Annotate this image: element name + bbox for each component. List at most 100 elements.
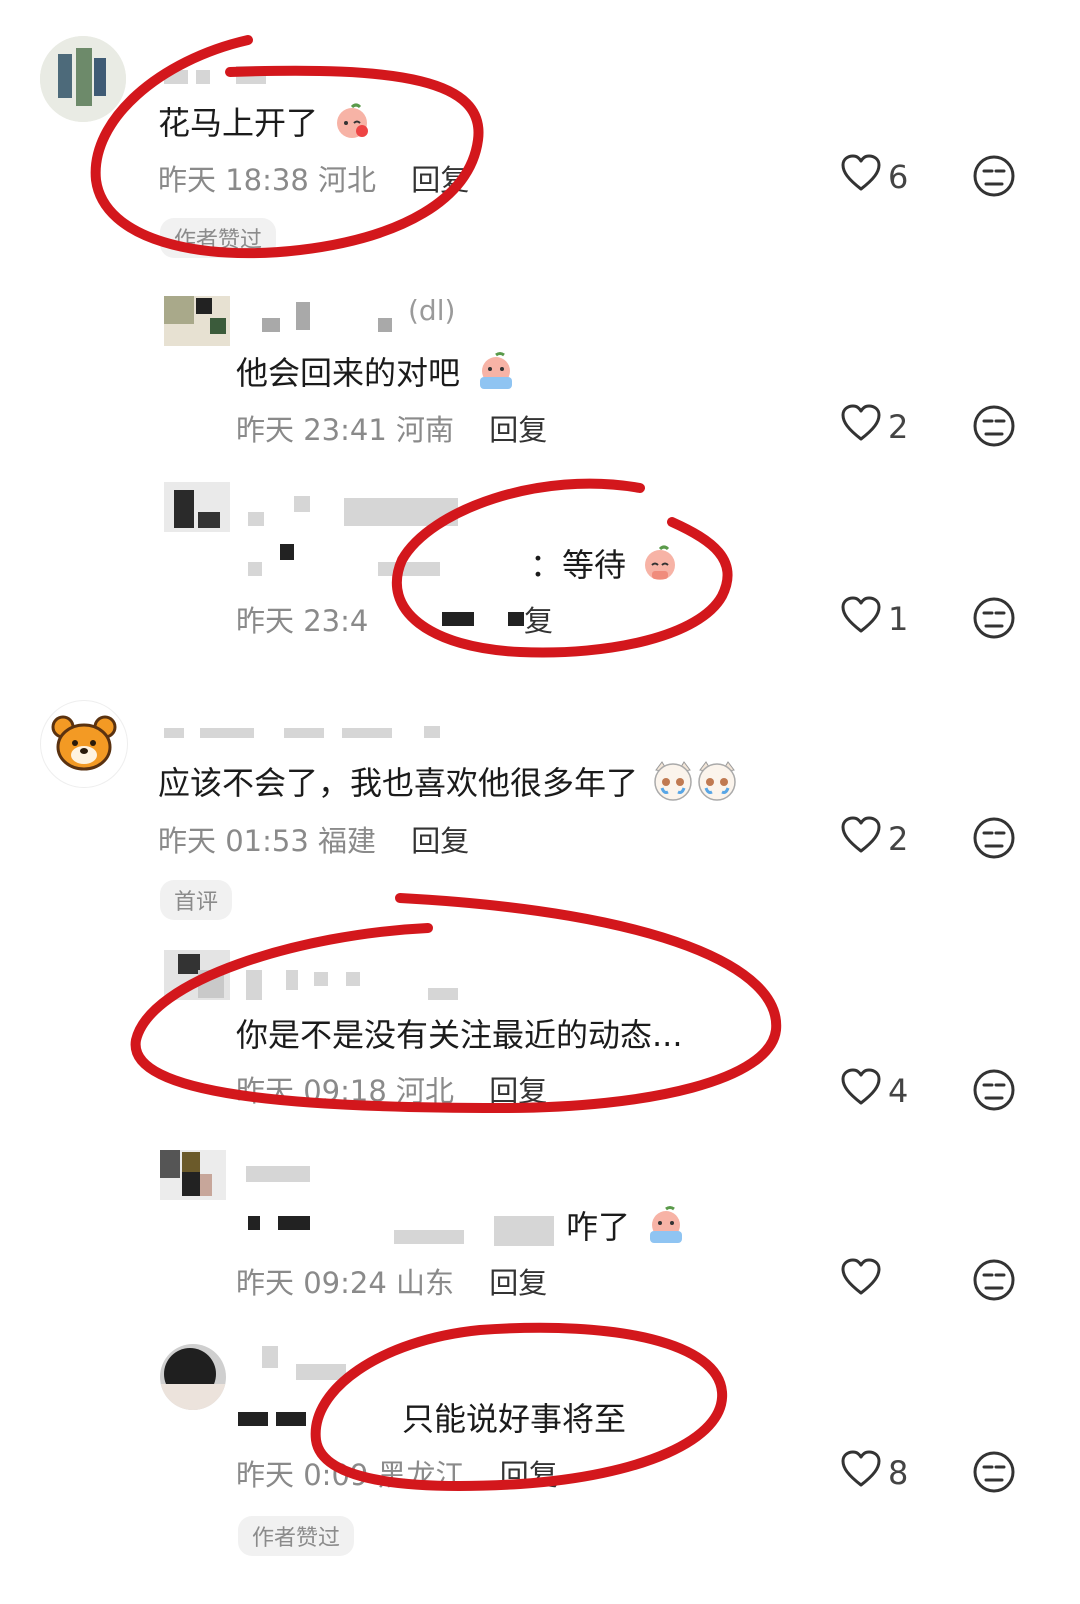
redacted-location [442,612,474,626]
comment-text: 只能说好事将至 [402,1400,627,1438]
comment-meta: 昨天 01:53 福建 回复 [158,818,469,860]
first-comment-tag: 首评 [160,880,233,920]
emoji-peach-icon [640,543,680,591]
heart-icon [840,1068,882,1114]
dislike-face-icon[interactable] [972,404,1016,452]
avatar-image [164,950,230,1000]
redacted-username [346,972,360,986]
redacted-username [248,562,262,576]
redacted-username [284,728,324,738]
heart-icon [840,816,882,862]
avatar-image [164,482,230,532]
heart-icon [840,1450,882,1496]
like-count: 1 [888,600,909,638]
reply-button[interactable]: 回复 [489,1074,547,1108]
redacted-username [428,988,458,1000]
like-button[interactable]: 4 [840,1068,908,1114]
avatar[interactable] [164,482,230,548]
comment-time: 昨天 18:38 [158,163,309,197]
redacted-username [238,1412,268,1426]
like-button[interactable]: 2 [840,404,908,450]
avatar-image [160,1150,226,1200]
reply-button[interactable]: 回复 [489,1266,547,1300]
comment-meta: 昨天 23:4 [236,598,368,640]
redacted-username [342,728,392,738]
redacted-username [296,302,310,330]
avatar[interactable] [164,950,230,1016]
dislike-face-icon[interactable] [972,596,1016,644]
avatar-image [40,36,126,122]
comment-location: 山东 [396,1266,455,1300]
redacted-username [248,1216,260,1230]
comment-time: 昨天 [236,1458,304,1492]
redacted-username [280,544,294,560]
comment-meta: 昨天 09:24 山东 回复 [236,1260,547,1302]
author-liked-tag: 作者赞过 [238,1516,355,1556]
like-button[interactable]: 8 [840,1450,908,1496]
avatar[interactable] [164,296,230,362]
avatar-image [164,296,230,346]
comment-location: 河南 [396,413,455,447]
comment-meta: 昨天 18:38 河北 回复 [158,157,469,199]
heart-icon [840,154,882,200]
comment-location: 0:09 黑龙江 [303,1458,465,1492]
comment-text: ：等待 [530,540,680,591]
comment-text: 咋了 [566,1202,688,1253]
comment-location: 福建 [318,824,377,858]
comment-text: 他会回来的对吧 [236,348,518,399]
comment-time: 昨天 01:53 [158,824,309,858]
redacted-username [164,728,184,738]
username-suffix: (dl) [408,294,456,327]
like-count: 6 [888,158,909,196]
emoji-cat-icon [652,760,738,810]
like-button[interactable]: 6 [840,154,908,200]
dislike-face-icon[interactable] [972,1258,1016,1306]
like-button[interactable]: 1 [840,596,908,642]
avatar[interactable] [160,1150,226,1216]
reply-button[interactable]: 回复 [489,413,547,447]
redacted-username [248,512,264,526]
comment-meta: 昨天 0:09 黑龙江 回复 [236,1452,558,1494]
comment-location: 河北 [396,1074,455,1108]
comment-time: 昨天 23:41 [236,413,387,447]
redacted-username [394,1230,464,1244]
redacted-username [314,972,328,986]
redacted-username [286,970,298,990]
dislike-face-icon[interactable] [972,816,1016,864]
redacted-username [424,726,440,738]
like-button[interactable]: 2 [840,816,908,862]
comment-meta: 昨天 09:18 河北 回复 [236,1068,547,1110]
heart-icon [840,1258,882,1304]
emoji-peach-icon [332,101,372,149]
bear-avatar-icon[interactable] [40,700,128,788]
heart-icon [840,404,882,450]
reply-button[interactable]: 回复 [411,163,469,197]
author-liked-tag: 作者赞过 [160,218,277,258]
avatar[interactable] [160,1344,226,1410]
emoji-peach-icon [474,351,518,399]
redacted-username [344,498,458,526]
avatar[interactable] [40,36,126,122]
redacted-username [378,562,440,576]
dislike-face-icon[interactable] [972,154,1016,202]
redacted-username [246,970,262,1000]
redacted-username [262,1346,278,1368]
reply-button[interactable]: 回复 [411,824,469,858]
redacted-username [278,1216,310,1230]
comment-text: 应该不会了，我也喜欢他很多年了 [158,758,738,810]
heart-icon [840,596,882,642]
comment-time: 昨天 23:4 [236,604,369,638]
redacted-username [200,728,254,738]
reply-button[interactable]: 回复 [500,1458,558,1492]
like-button[interactable] [840,1258,888,1304]
dislike-face-icon[interactable] [972,1450,1016,1498]
redacted-username [294,496,310,512]
dislike-face-icon[interactable] [972,1068,1016,1116]
redacted-username [262,318,280,332]
comment-time: 昨天 09:24 [236,1266,387,1300]
comment-location: 河北 [318,163,377,197]
redacted-username [296,1364,346,1380]
reply-button[interactable]: 复 [524,598,553,640]
comment-text: 你是不是没有关注最近的动态... [236,1016,683,1054]
comment-text: 花马上开了 [158,98,372,149]
